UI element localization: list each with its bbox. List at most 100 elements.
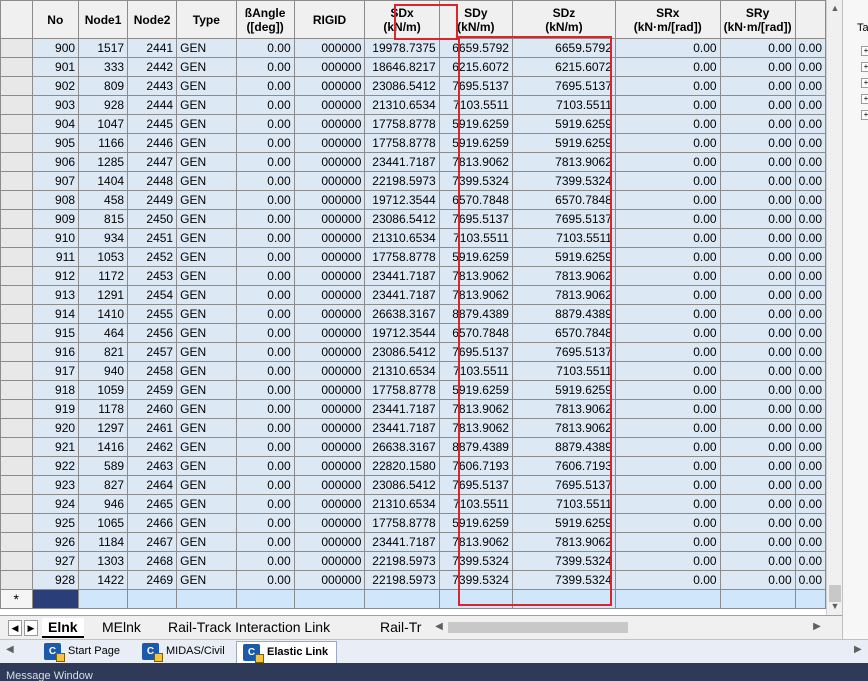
cell-sdz[interactable]: 5919.6259 [511, 114, 616, 134]
table-row[interactable]: 904 1047 2445 GEN 0.00 000000 17758.8778 5919.6… [0, 114, 826, 134]
cell-sdx[interactable]: 23441.7187 [364, 285, 440, 305]
cell-type[interactable]: GEN [176, 247, 237, 267]
cell-sdx[interactable]: 22198.5973 [364, 551, 440, 571]
cell-angle[interactable]: 0.00 [235, 494, 295, 514]
cell-node2[interactable]: 2467 [127, 532, 178, 552]
cell-srx[interactable]: 0.00 [614, 361, 721, 381]
cell-sry[interactable]: 0.00 [719, 304, 796, 324]
cell-sry[interactable]: 0.00 [719, 494, 796, 514]
scroll-right-arrow-icon[interactable]: ▶ [810, 619, 824, 635]
row-selector[interactable] [0, 475, 33, 495]
scroll-up-arrow-icon[interactable]: ▲ [827, 0, 843, 17]
cell-node1[interactable]: 1291 [78, 285, 129, 305]
row-selector[interactable] [0, 247, 33, 267]
cell-rigid[interactable]: 000000 [293, 456, 366, 476]
table-row[interactable]: 920 1297 2461 GEN 0.00 000000 23441.7187 7813.9… [0, 418, 826, 438]
table-row[interactable]: 918 1059 2459 GEN 0.00 000000 17758.8778 5919.6… [0, 380, 826, 400]
cell-angle[interactable]: 0.00 [235, 228, 295, 248]
cell-sdx[interactable]: 17758.8778 [364, 114, 440, 134]
cell-no[interactable]: 914 [31, 304, 80, 324]
row-selector[interactable] [0, 114, 33, 134]
horizontal-scrollbar[interactable]: ◀ ▶ [432, 619, 824, 635]
tree-expand-icon[interactable]: + [861, 94, 868, 104]
cell-sry[interactable]: 0.00 [719, 57, 796, 77]
cell-sry[interactable]: 0.00 [719, 418, 796, 438]
cell-sdy[interactable]: 6570.7848 [438, 190, 513, 210]
cell-node1[interactable]: 815 [78, 209, 129, 229]
cell-node2[interactable]: 2468 [127, 551, 178, 571]
cell-sdx[interactable]: 23441.7187 [364, 532, 440, 552]
column-header-node2[interactable]: Node2 [127, 0, 178, 39]
cell-type[interactable]: GEN [176, 570, 237, 590]
table-row[interactable]: 902 809 2443 GEN 0.00 000000 23086.5412 7695.51… [0, 76, 826, 96]
cell-angle[interactable]: 0.00 [235, 437, 295, 457]
cell-type[interactable]: GEN [176, 114, 237, 134]
cell-rigid[interactable]: 000000 [293, 551, 366, 571]
sheet-prev-arrow-icon[interactable]: ◀ [8, 620, 22, 636]
cell-srx[interactable]: 0.00 [614, 532, 721, 552]
cell-sry[interactable]: 0.00 [719, 190, 796, 210]
cell-sdz[interactable]: 7813.9062 [511, 418, 616, 438]
new-row-cell[interactable] [293, 589, 366, 609]
cell-sry[interactable]: 0.00 [719, 513, 796, 533]
table-row[interactable]: 922 589 2463 GEN 0.00 000000 22820.1580 7606.71… [0, 456, 826, 476]
cell-no[interactable]: 916 [31, 342, 80, 362]
table-row[interactable]: 919 1178 2460 GEN 0.00 000000 23441.7187 7813.9… [0, 399, 826, 419]
cell-node1[interactable]: 458 [78, 190, 129, 210]
cell-no[interactable]: 905 [31, 133, 80, 153]
cell-node2[interactable]: 2459 [127, 380, 178, 400]
cell-sdy[interactable]: 6659.5792 [438, 38, 513, 58]
cell-sdx[interactable]: 18646.8217 [364, 57, 440, 77]
table-row[interactable]: 903 928 2444 GEN 0.00 000000 21310.6534 7103.55… [0, 95, 826, 115]
cell-rigid[interactable]: 000000 [293, 323, 366, 343]
table-row[interactable]: 917 940 2458 GEN 0.00 000000 21310.6534 7103.55… [0, 361, 826, 381]
cell-sdz[interactable]: 7813.9062 [511, 399, 616, 419]
tree-expand-icon[interactable]: + [861, 78, 868, 88]
cell-srx[interactable]: 0.00 [614, 551, 721, 571]
cell-type[interactable]: GEN [176, 57, 237, 77]
cell-sdy[interactable]: 7103.5511 [438, 95, 513, 115]
cell-rigid[interactable]: 000000 [293, 418, 366, 438]
cell-angle[interactable]: 0.00 [235, 551, 295, 571]
cell-sdx[interactable]: 19978.7375 [364, 38, 440, 58]
cell-no[interactable]: 904 [31, 114, 80, 134]
cell-angle[interactable]: 0.00 [235, 342, 295, 362]
row-selector[interactable] [0, 304, 33, 324]
cell-node2[interactable]: 2463 [127, 456, 178, 476]
table-row[interactable]: 905 1166 2446 GEN 0.00 000000 17758.8778 5919.6… [0, 133, 826, 153]
cell-angle[interactable]: 0.00 [235, 456, 295, 476]
new-row-cell[interactable] [719, 589, 796, 609]
table-row[interactable]: 927 1303 2468 GEN 0.00 000000 22198.5973 7399.5… [0, 551, 826, 571]
cell-no[interactable]: 927 [31, 551, 80, 571]
cell-node2[interactable]: 2443 [127, 76, 178, 96]
cell-srx[interactable]: 0.00 [614, 209, 721, 229]
cell-node1[interactable]: 827 [78, 475, 129, 495]
cell-angle[interactable]: 0.00 [235, 114, 295, 134]
new-row-cell[interactable] [31, 589, 80, 609]
cell-rigid[interactable]: 000000 [293, 361, 366, 381]
sheet-next-arrow-icon[interactable]: ▶ [24, 620, 38, 636]
cell-node2[interactable]: 2469 [127, 570, 178, 590]
column-header-type[interactable]: Type [176, 0, 237, 39]
cell-angle[interactable]: 0.00 [235, 247, 295, 267]
cell-node2[interactable]: 2456 [127, 323, 178, 343]
cell-srx[interactable]: 0.00 [614, 494, 721, 514]
cell-sdx[interactable]: 22820.1580 [364, 456, 440, 476]
cell-angle[interactable]: 0.00 [235, 513, 295, 533]
table-row[interactable]: 908 458 2449 GEN 0.00 000000 19712.3544 6570.78… [0, 190, 826, 210]
row-selector[interactable] [0, 399, 33, 419]
cell-no[interactable]: 911 [31, 247, 80, 267]
cell-node2[interactable]: 2464 [127, 475, 178, 495]
cell-rigid[interactable]: 000000 [293, 38, 366, 58]
cell-node2[interactable]: 2465 [127, 494, 178, 514]
cell-node2[interactable]: 2461 [127, 418, 178, 438]
cell-srx[interactable]: 0.00 [614, 437, 721, 457]
cell-no[interactable]: 923 [31, 475, 80, 495]
table-row[interactable]: 906 1285 2447 GEN 0.00 000000 23441.7187 7813.9… [0, 152, 826, 172]
cell-no[interactable]: 922 [31, 456, 80, 476]
new-row[interactable]: * [0, 589, 826, 609]
cell-sdx[interactable]: 23086.5412 [364, 209, 440, 229]
cell-type[interactable]: GEN [176, 513, 237, 533]
cell-sdx[interactable]: 26638.3167 [364, 437, 440, 457]
doc-tabs-left-arrow-icon[interactable]: ◀ [6, 644, 14, 655]
